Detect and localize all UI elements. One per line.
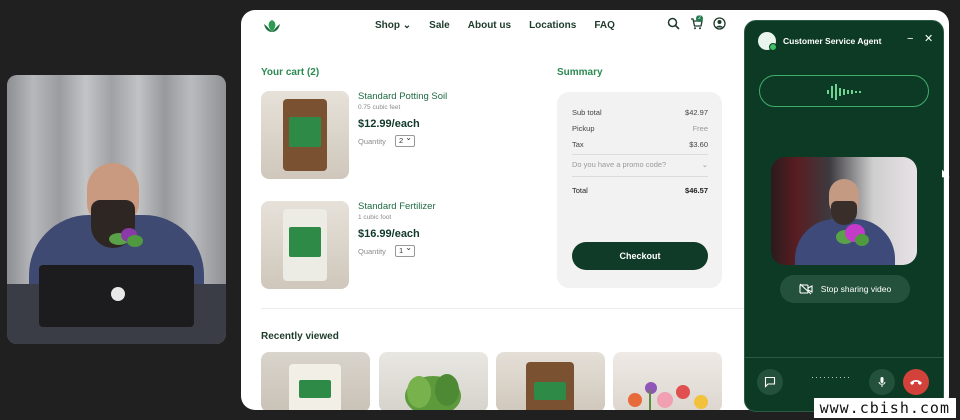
bag-label — [289, 227, 321, 257]
product-image[interactable] — [261, 91, 349, 179]
audio-waveform — [759, 75, 929, 107]
promo-code-label: Do you have a promo code? — [572, 160, 667, 169]
subtotal-label: Sub total — [572, 108, 602, 117]
recent-product-thumbnail[interactable] — [496, 352, 605, 410]
microphone-button[interactable] — [869, 369, 895, 395]
cart-item: Standard Potting Soil 0.75 cubic feet $1… — [261, 91, 551, 181]
pickup-row: Pickup Free — [572, 124, 708, 133]
divider — [572, 176, 708, 177]
total-label: Total — [572, 186, 588, 195]
stop-sharing-video-button[interactable]: Stop sharing video — [780, 275, 910, 303]
product-price: $16.99/each — [358, 228, 420, 240]
recent-product-thumbnail[interactable] — [613, 352, 722, 410]
pickup-label: Pickup — [572, 124, 595, 133]
pickup-value: Free — [692, 124, 708, 133]
nav-locations[interactable]: Locations — [529, 20, 576, 31]
meeting-stage: Shop ⌄ Sale About us Locations FAQ 2 You… — [0, 0, 960, 420]
nav-sale[interactable]: Sale — [429, 20, 450, 31]
quantity-label: Quantity — [358, 137, 386, 146]
bag-label — [299, 380, 331, 398]
chevron-down-icon: ⌄ — [402, 20, 412, 31]
recently-viewed-title: Recently viewed — [261, 331, 339, 342]
agent-avatar — [758, 32, 777, 51]
nav-faq[interactable]: FAQ — [594, 20, 615, 31]
product-name[interactable]: Standard Potting Soil — [358, 91, 447, 102]
laptop-logo — [111, 287, 125, 301]
mouse-cursor-icon: ◣ — [942, 168, 950, 179]
quantity-label: Quantity — [358, 247, 386, 256]
divider — [572, 154, 708, 155]
total-value: $46.57 — [685, 186, 708, 195]
chat-icon — [764, 376, 776, 388]
account-icon[interactable] — [713, 17, 726, 30]
product-size: 1 cubic foot — [358, 214, 392, 221]
plant-in-hand — [836, 224, 869, 246]
bag-label — [534, 382, 566, 400]
flowers-image — [628, 382, 708, 410]
nav-about-us[interactable]: About us — [468, 20, 511, 31]
checkout-button[interactable]: Checkout — [572, 242, 708, 270]
recent-product-thumbnail[interactable] — [379, 352, 488, 410]
minimize-icon[interactable]: − — [907, 33, 913, 45]
subtotal-row: Sub total $42.97 — [572, 108, 708, 117]
leaf-logo-icon[interactable] — [263, 18, 281, 34]
controls-divider — [745, 357, 943, 358]
product-name[interactable]: Standard Fertilizer — [358, 201, 436, 212]
audio-level-dots: ·········· — [811, 372, 851, 382]
cart-title: Your cart (2) — [261, 67, 320, 78]
search-icon[interactable] — [667, 17, 680, 30]
chevron-down-icon: ⌄ — [701, 160, 708, 169]
watermark: www.cbish.com — [813, 398, 956, 418]
tax-label: Tax — [572, 140, 584, 149]
plant-in-hand — [109, 228, 143, 247]
cart-item: Standard Fertilizer 1 cubic foot $16.99/… — [261, 201, 551, 291]
product-image[interactable] — [261, 201, 349, 289]
video-off-icon — [799, 283, 813, 295]
quantity-select[interactable]: 1 — [395, 243, 415, 257]
agent-title: Customer Service Agent — [783, 36, 882, 46]
tax-value: $3.60 — [689, 140, 708, 149]
quantity-select[interactable]: 2 — [395, 133, 415, 147]
hang-up-icon — [910, 380, 922, 385]
order-summary: Sub total $42.97 Pickup Free Tax $3.60 D… — [557, 92, 722, 288]
stop-sharing-label: Stop sharing video — [820, 284, 892, 294]
microphone-icon — [878, 377, 886, 387]
customer-service-agent-panel: Customer Service Agent − ✕ Stop sharing … — [744, 20, 944, 412]
promo-code-toggle[interactable]: Do you have a promo code? ⌄ — [572, 160, 708, 169]
summary-title: Summary — [557, 67, 603, 78]
bag-label — [289, 117, 321, 147]
recent-product-thumbnail[interactable] — [261, 352, 370, 410]
product-size: 0.75 cubic feet — [358, 104, 401, 111]
tax-row: Tax $3.60 — [572, 140, 708, 149]
waveform-icon — [827, 84, 861, 100]
subtotal-value: $42.97 — [685, 108, 708, 117]
close-icon[interactable]: ✕ — [924, 32, 933, 45]
shared-video-preview — [771, 157, 917, 265]
presenter-video — [7, 75, 226, 344]
product-price: $12.99/each — [358, 118, 420, 130]
total-row: Total $46.57 — [572, 186, 708, 195]
chat-button[interactable] — [757, 369, 783, 395]
nav-shop[interactable]: Shop ⌄ — [375, 20, 411, 31]
cart-count-badge: 2 — [696, 15, 703, 22]
end-call-button[interactable] — [903, 369, 929, 395]
plant-image — [405, 374, 461, 410]
